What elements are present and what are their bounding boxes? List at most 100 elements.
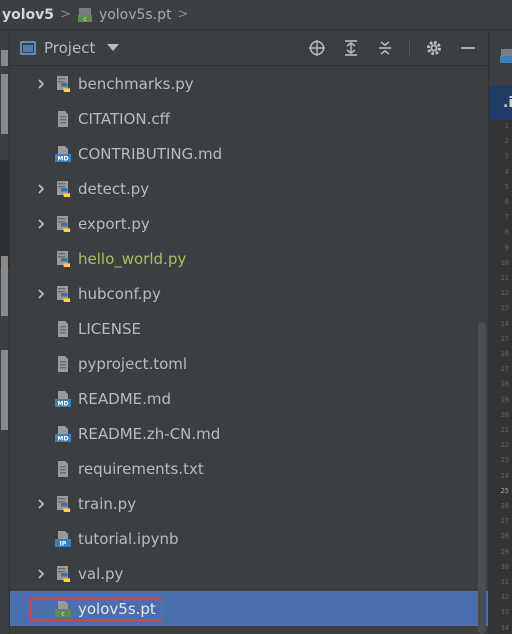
line-number: 30 <box>500 562 509 571</box>
file-tree-item[interactable]: LICENSE <box>10 311 488 346</box>
file-name-label: README.md <box>78 389 172 408</box>
chevron-right-icon[interactable] <box>34 182 48 196</box>
chevron-right-icon[interactable] <box>34 217 48 231</box>
chevron-right-icon[interactable] <box>34 497 48 511</box>
file-tree-item[interactable]: hello_world.py <box>10 241 488 276</box>
line-number: 2 <box>504 137 509 146</box>
tool-strip-label[interactable] <box>1 74 8 134</box>
file-tree-item[interactable]: IP tutorial.ipynb <box>10 521 488 556</box>
tool-strip-label[interactable] <box>1 256 8 316</box>
file-tree-item[interactable]: requirements.txt <box>10 451 488 486</box>
file-tree-item[interactable]: MD README.md <box>10 381 488 416</box>
line-number: 10 <box>500 258 509 267</box>
file-name-label: export.py <box>78 214 150 233</box>
scrollbar[interactable] <box>478 322 486 634</box>
python-file-icon <box>55 250 71 267</box>
tool-strip-label[interactable] <box>1 50 8 66</box>
file-name-label: CONTRIBUTING.md <box>78 144 223 163</box>
chevron-right-icon[interactable] <box>34 287 48 301</box>
file-name-label: detect.py <box>78 179 150 198</box>
project-panel-title[interactable]: Project <box>44 39 95 57</box>
line-number: 13 <box>500 304 509 313</box>
line-number: 22 <box>500 441 509 450</box>
minimize-icon[interactable] <box>458 38 478 58</box>
line-number: 3 <box>504 152 509 161</box>
markdown-file-icon <box>499 48 512 64</box>
file-name-label: pyproject.toml <box>78 354 188 373</box>
svg-text:c: c <box>83 16 86 23</box>
svg-text:MD: MD <box>58 155 69 162</box>
expand-all-icon[interactable] <box>341 38 361 58</box>
file-tree-item[interactable]: hubconf.py <box>10 276 488 311</box>
line-number: 29 <box>500 547 509 556</box>
line-number: 28 <box>500 532 509 541</box>
file-tree-item[interactable]: CITATION.cff <box>10 101 488 136</box>
line-number: 33 <box>500 608 509 617</box>
line-number: 5 <box>504 182 509 191</box>
line-number: 20 <box>500 410 509 419</box>
text-file-icon <box>55 320 71 337</box>
line-number: 16 <box>500 350 509 358</box>
python-file-icon <box>55 495 71 512</box>
editor-tab[interactable] <box>489 30 512 86</box>
markdown-file-icon: MD <box>55 425 71 442</box>
line-number: 6 <box>504 198 509 206</box>
collapse-all-icon[interactable] <box>375 38 395 58</box>
file-name-label: yolov5s.pt <box>78 599 156 618</box>
line-number: 27 <box>500 517 509 526</box>
line-number: 25 <box>500 486 509 495</box>
file-tree-item[interactable]: benchmarks.py <box>10 66 488 101</box>
chevron-right-icon[interactable] <box>34 77 48 91</box>
file-tree-item[interactable]: MD CONTRIBUTING.md <box>10 136 488 171</box>
line-number: 8 <box>504 228 509 237</box>
file-tree-item[interactable]: export.py <box>10 206 488 241</box>
file-tree-item[interactable]: c yolov5s.pt <box>10 591 488 626</box>
line-number: 34 <box>500 623 509 632</box>
line-number: 14 <box>500 319 509 328</box>
breadcrumb-file[interactable]: c yolov5s.pt <box>77 0 172 30</box>
line-number: 24 <box>500 471 509 480</box>
file-name-label: README.zh-CN.md <box>78 424 221 443</box>
line-number: 15 <box>500 334 509 343</box>
editor-area: .i 1 2 3 4 5 6 7 8 9 10 11 12 13 14 15 16 17 18 19 20 21 22 23… <box>488 30 512 634</box>
gear-icon[interactable] <box>424 38 444 58</box>
python-file-icon <box>55 565 71 582</box>
file-tree-item[interactable]: MD README.zh-CN.md <box>10 416 488 451</box>
markdown-file-icon: MD <box>55 390 71 407</box>
breadcrumb-separator: > <box>177 7 189 22</box>
tool-strip-label[interactable] <box>1 350 8 430</box>
python-file-icon <box>55 215 71 232</box>
breadcrumb-project[interactable]: yolov5 <box>0 0 54 30</box>
line-number: 31 <box>500 578 509 586</box>
python-file-icon <box>55 75 71 92</box>
line-number: 21 <box>500 426 509 434</box>
file-tree-item[interactable]: pyproject.toml <box>10 346 488 381</box>
chevron-right-icon[interactable] <box>34 567 48 581</box>
chevron-down-icon[interactable] <box>107 44 120 51</box>
file-tree-item[interactable]: detect.py <box>10 171 488 206</box>
tool-strip-project-tab[interactable] <box>0 160 9 268</box>
line-number: 9 <box>504 243 509 252</box>
file-name-label: hello_world.py <box>78 249 187 268</box>
left-tool-strip <box>0 30 10 634</box>
svg-text:MD: MD <box>58 435 69 442</box>
file-name-label: tutorial.ipynb <box>78 529 179 548</box>
file-name-label: val.py <box>78 564 124 583</box>
line-number: 23 <box>500 456 509 465</box>
toolbar-divider <box>409 39 410 57</box>
line-number: 19 <box>500 395 509 404</box>
file-name-label: train.py <box>78 494 137 513</box>
file-tree-item[interactable]: train.py <box>10 486 488 521</box>
project-panel-header: Project <box>10 30 488 66</box>
python-file-icon <box>55 180 71 197</box>
binary-file-icon: c <box>55 600 71 617</box>
svg-text:IP: IP <box>60 540 67 547</box>
line-number: 12 <box>500 289 509 298</box>
project-panel: Project benchmarks.py CITATION.cff MD CONTR… <box>10 30 488 634</box>
file-tree-item[interactable]: val.py <box>10 556 488 591</box>
file-name-label: benchmarks.py <box>78 74 194 93</box>
breadcrumb-separator: > <box>60 7 71 22</box>
locate-icon[interactable] <box>307 38 327 58</box>
line-number: 11 <box>500 274 509 282</box>
text-file-icon <box>55 460 71 477</box>
